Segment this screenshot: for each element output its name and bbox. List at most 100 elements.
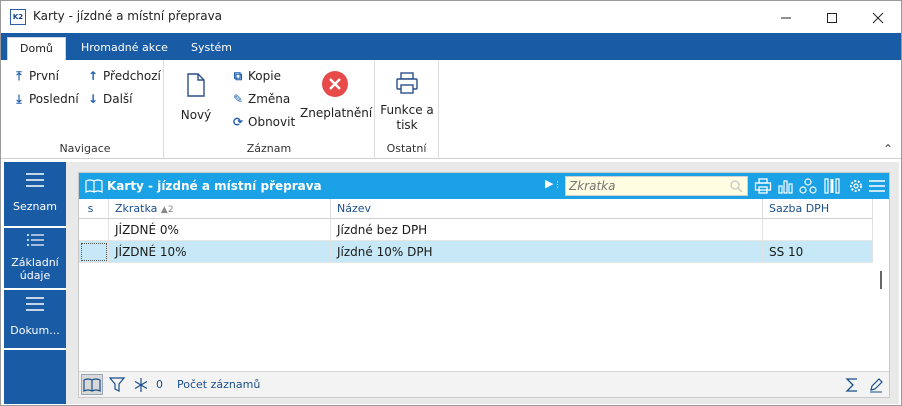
arrow-down-icon: ↓ <box>87 92 99 106</box>
group-ostatni: Funkce a tisk Ostatní <box>375 60 439 159</box>
title-bar: K2 Karty - jízdné a místní přeprava <box>1 1 901 33</box>
left-navigation: Seznam Základní údaje Dokum... <box>4 162 66 404</box>
group-label-ostatni: Ostatní <box>386 142 427 155</box>
cell-nazev: Jízdné bez DPH <box>331 219 763 241</box>
collapse-ribbon-button[interactable]: ⌃ <box>883 142 893 156</box>
minimize-button[interactable] <box>763 1 809 33</box>
invalidate-label: Zneplatnění <box>300 106 373 120</box>
close-icon <box>872 12 884 23</box>
status-bar: 0 Počet záznamů <box>79 371 889 397</box>
chart-icon[interactable] <box>777 177 795 195</box>
records-grid: s Zkratka ▲2 Název Sazba DPH JÍZDNÉ 0% J… <box>79 199 873 369</box>
column-header-nazev[interactable]: Název <box>331 199 763 219</box>
play-search-icon[interactable]: ▶⋮ <box>545 177 561 190</box>
nav-label-zakladni-1: Základní <box>11 256 59 269</box>
cell-nazev: Jízdné 10% DPH <box>331 241 763 263</box>
book-icon <box>83 378 101 392</box>
window-title: Karty - jízdné a místní přeprava <box>33 9 223 23</box>
book-icon <box>85 179 103 193</box>
app-window: K2 Karty - jízdné a místní přeprava Domů… <box>0 0 902 406</box>
main-area: Seznam Základní údaje Dokum... Karty - j… <box>4 162 899 404</box>
table-row[interactable]: JÍZDNÉ 0% Jízdné bez DPH <box>79 219 873 241</box>
invalidate-button[interactable]: Zneplatnění <box>300 70 373 121</box>
scrollbar-thumb[interactable] <box>880 271 882 289</box>
group-label-zaznam: Záznam <box>246 142 292 155</box>
cell-zkratka: JÍZDNÉ 10% <box>109 241 331 263</box>
nav-divider <box>4 288 66 290</box>
edit-pencil-icon[interactable] <box>868 377 884 393</box>
search-input[interactable] <box>569 178 724 194</box>
snowflake-icon[interactable] <box>133 377 149 393</box>
nav-label-seznam: Seznam <box>13 200 57 213</box>
refresh-button[interactable]: ⟳ Obnovit <box>230 115 295 135</box>
close-button[interactable] <box>855 1 901 33</box>
cell-sazba: SS 10 <box>763 241 873 263</box>
refresh-icon: ⟳ <box>232 115 244 129</box>
next-button[interactable]: ↓ Další <box>85 92 133 112</box>
frozen-count: 0 <box>156 378 163 391</box>
printer-icon <box>396 72 418 94</box>
previous-button[interactable]: ↑ Předchozí <box>85 69 161 89</box>
arrow-down-bar-icon: ⤓ <box>16 92 22 106</box>
invalidate-x-icon <box>322 71 348 97</box>
first-button[interactable]: ⤒ První <box>11 69 59 89</box>
change-button[interactable]: ✎ Změna <box>230 92 290 112</box>
search-icon[interactable] <box>730 180 743 193</box>
chevron-up-icon: ⌃ <box>882 142 893 156</box>
document-lines-icon <box>26 297 44 311</box>
new-document-icon <box>187 73 205 97</box>
column-header-sazba-dph[interactable]: Sazba DPH <box>763 199 873 219</box>
nav-item-seznam[interactable]: Seznam <box>4 172 66 226</box>
sort-index: 2 <box>167 205 174 215</box>
nav-label-zakladni-2: údaje <box>19 269 51 282</box>
column-header-zkratka[interactable]: Zkratka ▲2 <box>109 199 331 219</box>
tab-system[interactable]: Systém <box>179 37 244 60</box>
last-button[interactable]: ⤓ Poslední <box>11 92 79 112</box>
vertical-scrollbar[interactable] <box>875 199 889 369</box>
hierarchy-icon[interactable] <box>799 177 817 195</box>
minimize-icon <box>781 17 791 18</box>
gear-icon[interactable] <box>847 177 865 195</box>
maximize-icon <box>827 12 837 23</box>
filter-icon[interactable] <box>109 377 127 393</box>
functions-print-button[interactable]: Funkce a tisk <box>377 70 437 133</box>
last-label: Poslední <box>29 92 79 106</box>
change-label: Změna <box>248 92 291 106</box>
sort-ascending-icon: ▲ <box>160 205 168 215</box>
nav-item-dokumenty[interactable]: Dokum... <box>4 296 66 348</box>
ribbon: ⤒ První ⤓ Poslední ↑ Předchozí ↓ Další Navig… <box>1 60 901 159</box>
group-label-navigace: Navigace <box>59 142 111 155</box>
tab-hromadne-akce[interactable]: Hromadné akce <box>69 37 180 60</box>
new-button[interactable]: Nový <box>174 72 218 123</box>
group-navigace: ⤒ První ⤓ Poslední ↑ Předchozí ↓ Další Navig… <box>7 60 164 159</box>
nav-divider <box>4 226 66 228</box>
record-count-label[interactable]: Počet záznamů <box>177 378 260 391</box>
arrow-up-icon: ↑ <box>87 69 99 83</box>
columns-icon[interactable] <box>823 177 841 195</box>
maximize-button[interactable] <box>809 1 855 33</box>
copy-button[interactable]: ⧉ Kopie <box>230 69 281 89</box>
copy-icon: ⧉ <box>233 69 243 83</box>
pencil-icon: ✎ <box>232 92 244 106</box>
book-view-button[interactable] <box>81 374 103 395</box>
cell-sazba <box>763 219 873 241</box>
previous-label: Předchozí <box>103 69 161 83</box>
menu-lines-icon <box>26 173 44 187</box>
hamburger-menu-icon[interactable] <box>868 177 886 195</box>
sum-icon[interactable] <box>845 377 859 393</box>
row-status-cell <box>79 241 109 263</box>
print-label-line2: tisk <box>396 118 418 132</box>
new-label: Nový <box>180 108 212 122</box>
table-row-selected[interactable]: JÍZDNÉ 10% Jízdné 10% DPH SS 10 <box>79 241 873 263</box>
print-label-line1: Funkce a <box>380 103 434 117</box>
tab-domu[interactable]: Domů <box>7 37 66 60</box>
panel-header: Karty - jízdné a místní přeprava ▶⋮ <box>79 173 889 199</box>
cell-zkratka: JÍZDNÉ 0% <box>109 219 331 241</box>
copy-label: Kopie <box>248 69 281 83</box>
nav-item-zakladni-udaje[interactable]: Základní údaje <box>4 232 66 286</box>
print-icon[interactable] <box>754 177 772 195</box>
list-icon <box>27 234 44 246</box>
column-header-s[interactable]: s <box>79 199 109 219</box>
ribbon-tab-bar: Domů Hromadné akce Systém <box>1 33 901 60</box>
search-box <box>565 176 748 196</box>
